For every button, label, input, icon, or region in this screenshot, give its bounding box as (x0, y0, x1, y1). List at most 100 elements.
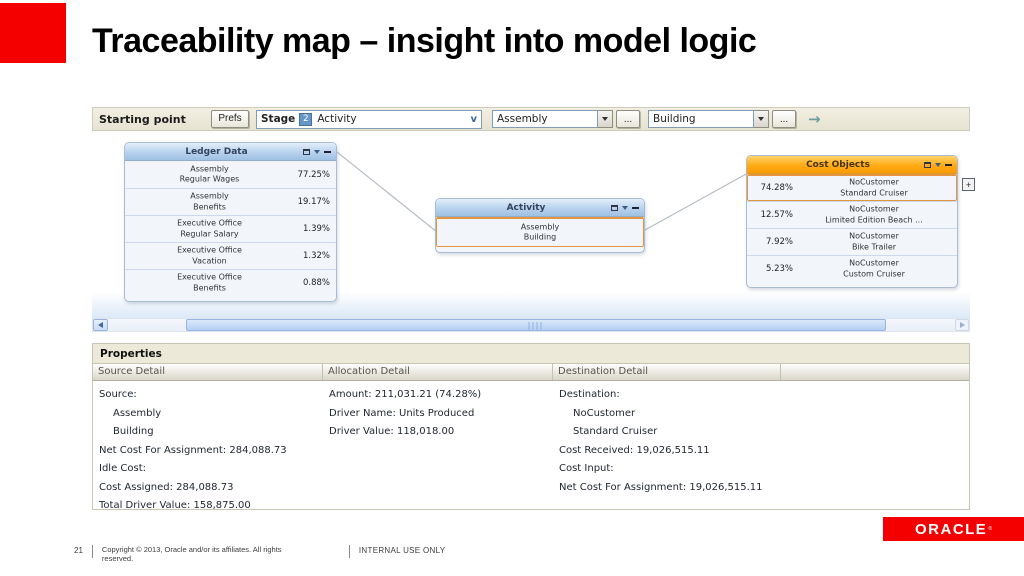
minimize-icon[interactable] (945, 163, 952, 166)
source-filter-dropdown-button[interactable] (598, 110, 613, 128)
cost-row-label: NoCustomer Custom Cruiser (843, 258, 905, 279)
minimize-icon[interactable] (324, 150, 331, 153)
cost-objects-header[interactable]: Cost Objects (747, 156, 957, 174)
property-line: Standard Cruiser (573, 426, 658, 437)
property-line: Driver Value: 118,018.00 (329, 426, 455, 437)
property-line: Total Driver Value: 158,875.00 (99, 500, 251, 511)
footer-divider (91, 545, 93, 558)
properties-body: Source: Assembly Building Net Cost For Assi… (93, 381, 969, 511)
stage-number-badge: 2 (299, 112, 313, 126)
property-line: Cost Received: 19,026,515.11 (559, 444, 710, 456)
column-header-empty (781, 364, 969, 380)
dropdown-arrow-icon (758, 117, 764, 121)
property-line: Building (113, 426, 154, 437)
ledger-row-percent: 0.88% (302, 278, 330, 288)
scroll-left-button[interactable] (93, 319, 108, 331)
classification-label: INTERNAL USE ONLY (358, 546, 446, 555)
caret-down-icon[interactable] (622, 205, 628, 210)
property-line: Driver Name: Units Produced (329, 407, 475, 419)
cost-objects-row[interactable]: 74.28% NoCustomer Standard Cruiser (747, 174, 957, 201)
ledger-row[interactable]: Assembly Regular Wages 77.25% (125, 161, 336, 188)
properties-titlebar: Properties (93, 344, 969, 364)
expand-plus-button[interactable]: + (962, 178, 975, 191)
properties-title: Properties (100, 347, 162, 360)
activity-header[interactable]: Activity (436, 199, 644, 217)
dest-filter-dropdown-button[interactable] (754, 110, 769, 128)
node-title: Ledger Data (185, 146, 248, 157)
property-line: Source: (99, 389, 137, 400)
stage-label: Stage (261, 113, 296, 125)
cost-row-label: NoCustomer Standard Cruiser (840, 177, 908, 198)
oracle-wordmark: ORACLE (914, 520, 988, 538)
ledger-row[interactable]: Executive Office Benefits 0.88% (125, 269, 336, 296)
caret-down-icon[interactable] (314, 149, 320, 154)
cost-objects-row[interactable]: 7.92% NoCustomer Bike Trailer (747, 228, 957, 255)
destination-detail-column: Destination: NoCustomer Standard Cruiser Co… (559, 386, 785, 497)
go-arrow-icon[interactable]: → (808, 110, 821, 128)
property-line: NoCustomer (573, 407, 636, 419)
toolbar: Starting point Prefs Stage 2 Activity v … (92, 107, 970, 131)
node-title: Activity (506, 202, 546, 213)
restore-icon[interactable] (924, 161, 931, 168)
ledger-row-percent: 77.25% (297, 169, 330, 180)
source-filter-browse-button[interactable]: ... (616, 110, 640, 128)
allocation-detail-column: Amount: 211,031.21 (74.28%) Driver Name: … (329, 386, 549, 442)
traceability-screenshot: Starting point Prefs Stage 2 Activity v … (92, 107, 975, 511)
ledger-row-percent: 1.39% (302, 224, 330, 234)
column-header-allocation[interactable]: Allocation Detail (323, 364, 553, 380)
cost-objects-row[interactable]: 5.23% NoCustomer Custom Cruiser (747, 255, 957, 282)
dest-filter-select[interactable]: Building (648, 110, 754, 128)
cost-row-label: NoCustomer Bike Trailer (849, 231, 899, 252)
activity-row[interactable]: Assembly Building (436, 217, 644, 247)
slide-accent-square (0, 3, 66, 63)
ledger-row[interactable]: Executive Office Regular Salary 1.39% (125, 215, 336, 242)
properties-panel: Properties Source Detail Allocation Deta… (92, 343, 970, 511)
horizontal-scrollbar[interactable] (92, 318, 970, 332)
source-filter-value: Assembly (497, 113, 548, 125)
property-line: Net Cost For Assignment: 19,026,515.11 (559, 481, 763, 493)
page-title: Traceability map – insight into model lo… (92, 22, 757, 60)
property-line: Idle Cost: (99, 463, 147, 474)
caret-down-icon[interactable] (935, 162, 941, 167)
ledger-row-percent: 1.32% (302, 251, 330, 261)
page-number: 21 (74, 546, 83, 555)
dropdown-arrow-icon (602, 117, 608, 121)
cost-row-label: NoCustomer Limited Edition Beach ... (825, 204, 923, 225)
restore-icon[interactable] (611, 204, 618, 211)
property-line: Amount: 211,031.21 (74.28%) (329, 389, 482, 400)
node-title: Cost Objects (806, 159, 870, 170)
arrow-right-icon (959, 322, 965, 328)
oracle-logo: ORACLE ® (883, 517, 1024, 541)
copyright-text: Copyright © 2013, Oracle and/or its affi… (101, 545, 282, 563)
cost-objects-node[interactable]: Cost Objects 74.28% NoCustomer Standard C… (746, 155, 958, 288)
property-line: Assembly (113, 407, 162, 419)
activity-row-list: Assembly Building (436, 217, 644, 247)
slide-footer: 21 Copyright © 2013, Oracle and/or its a… (74, 545, 445, 563)
prefs-button[interactable]: Prefs (211, 110, 249, 128)
scroll-right-button[interactable] (955, 319, 969, 331)
scrollbar-thumb[interactable] (186, 319, 886, 331)
cost-objects-row[interactable]: 12.57% NoCustomer Limited Edition Beach .… (747, 201, 957, 228)
minimize-icon[interactable] (632, 206, 639, 209)
column-header-source[interactable]: Source Detail (93, 364, 323, 380)
restore-icon[interactable] (303, 148, 310, 155)
ledger-data-node[interactable]: Ledger Data Assembly Regular Wages 77.25%… (124, 142, 337, 302)
source-filter-select[interactable]: Assembly (492, 110, 598, 128)
stage-value: Activity (317, 113, 357, 125)
trace-map-canvas: Ledger Data Assembly Regular Wages 77.25%… (92, 131, 975, 318)
activity-node[interactable]: Activity Assembly Building (435, 198, 645, 253)
registered-mark-icon: ® (988, 526, 993, 532)
ledger-data-header[interactable]: Ledger Data (125, 143, 336, 161)
ledger-row[interactable]: Executive Office Vacation 1.32% (125, 242, 336, 269)
property-line: Destination: (559, 389, 620, 400)
ledger-row[interactable]: Assembly Benefits 19.17% (125, 188, 336, 215)
activity-row-label: Assembly Building (520, 222, 560, 242)
dest-filter-browse-button[interactable]: ... (772, 110, 796, 128)
cost-row-list: 74.28% NoCustomer Standard Cruiser 12.57%… (747, 174, 957, 282)
arrow-left-icon (98, 322, 103, 328)
source-detail-column: Source: Assembly Building Net Cost For Assi… (99, 386, 319, 516)
ledger-row-percent: 19.17% (297, 197, 330, 207)
property-line: Net Cost For Assignment: 284,088.73 (99, 444, 287, 456)
column-header-destination[interactable]: Destination Detail (553, 364, 781, 380)
stage-select[interactable]: Stage 2 Activity v (256, 109, 482, 129)
